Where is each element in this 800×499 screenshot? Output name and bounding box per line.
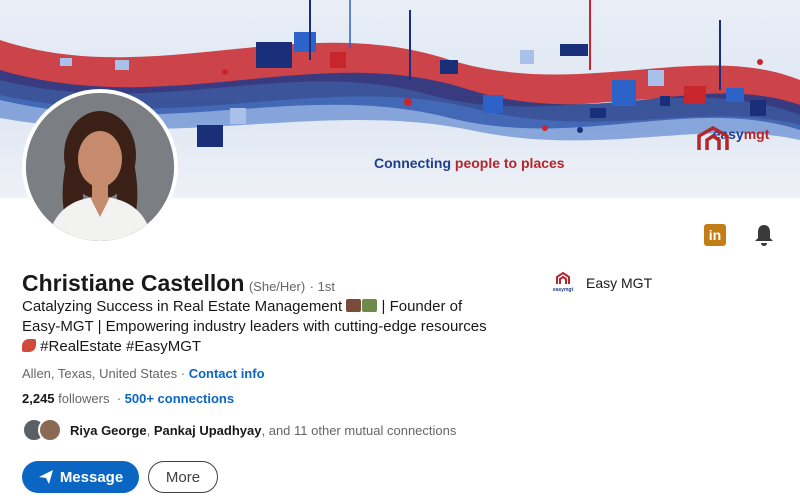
- house-emoji-icon: [362, 299, 378, 312]
- send-icon: [38, 470, 53, 484]
- connection-degree: · 1st: [309, 279, 335, 294]
- connections-separator: ·: [109, 391, 125, 406]
- profile-photo[interactable]: [22, 89, 178, 245]
- company-logo-text: easymgt: [553, 287, 574, 293]
- company-name: Easy MGT: [586, 275, 653, 291]
- rocket-emoji-icon: [22, 339, 36, 352]
- location-text: Allen, Texas, United States: [22, 366, 178, 381]
- location-row: Allen, Texas, United States · Contact in…: [22, 366, 265, 381]
- contact-info-link[interactable]: Contact info: [189, 366, 265, 381]
- more-button-label: More: [165, 468, 201, 486]
- briefcase-emoji-icon: [346, 299, 362, 312]
- profile-photo-image: [26, 93, 174, 241]
- mutual-separator: ,: [146, 422, 154, 438]
- company-logo: easymgt: [553, 272, 574, 293]
- mutual-connections[interactable]: Riya George, Pankaj Upadhyay, and 11 oth…: [22, 416, 456, 444]
- followers-count: 2,245: [22, 391, 55, 406]
- banner-brand-logo: easymgt: [696, 126, 786, 150]
- mutual-name: Pankaj Upadhyay: [153, 422, 262, 438]
- followers-row: 2,245 followers · 500+ connections: [22, 391, 234, 406]
- name-row: Christiane Castellon (She/Her) · 1st: [22, 270, 335, 297]
- profile-name: Christiane Castellon: [22, 270, 245, 296]
- more-button[interactable]: More: [148, 461, 218, 493]
- current-company[interactable]: easymgt Easy MGT: [552, 272, 652, 294]
- location-separator: ·: [177, 366, 189, 381]
- mutual-rest: , and 11 other mutual connections: [261, 422, 457, 438]
- followers-label: followers: [54, 391, 110, 406]
- connections-link[interactable]: 500+ connections: [125, 391, 234, 406]
- mutual-name: Riya George: [70, 422, 147, 438]
- banner-brand-part2: mgt: [743, 126, 770, 142]
- message-button[interactable]: Message: [22, 461, 139, 493]
- headline-part1: Catalyzing Success in Real Estate Manage…: [22, 298, 343, 315]
- message-button-label: Message: [59, 468, 124, 486]
- profile-headline: Catalyzing Success in Real Estate Manage…: [22, 297, 502, 357]
- banner-tagline: Connecting people to places: [374, 155, 565, 171]
- linkedin-icon[interactable]: in: [704, 224, 726, 246]
- banner-tagline-part2: people to places: [454, 155, 565, 171]
- headline-part3: #RealEstate #EasyMGT: [40, 338, 202, 355]
- pronouns: (She/Her): [248, 279, 306, 294]
- house-logo-icon: [697, 126, 729, 150]
- mutual-avatar: [38, 418, 62, 442]
- bell-icon[interactable]: [752, 223, 776, 247]
- mutual-connections-text: Riya George, Pankaj Upadhyay, and 11 oth…: [70, 423, 456, 438]
- banner-tagline-part1: Connecting: [374, 155, 455, 171]
